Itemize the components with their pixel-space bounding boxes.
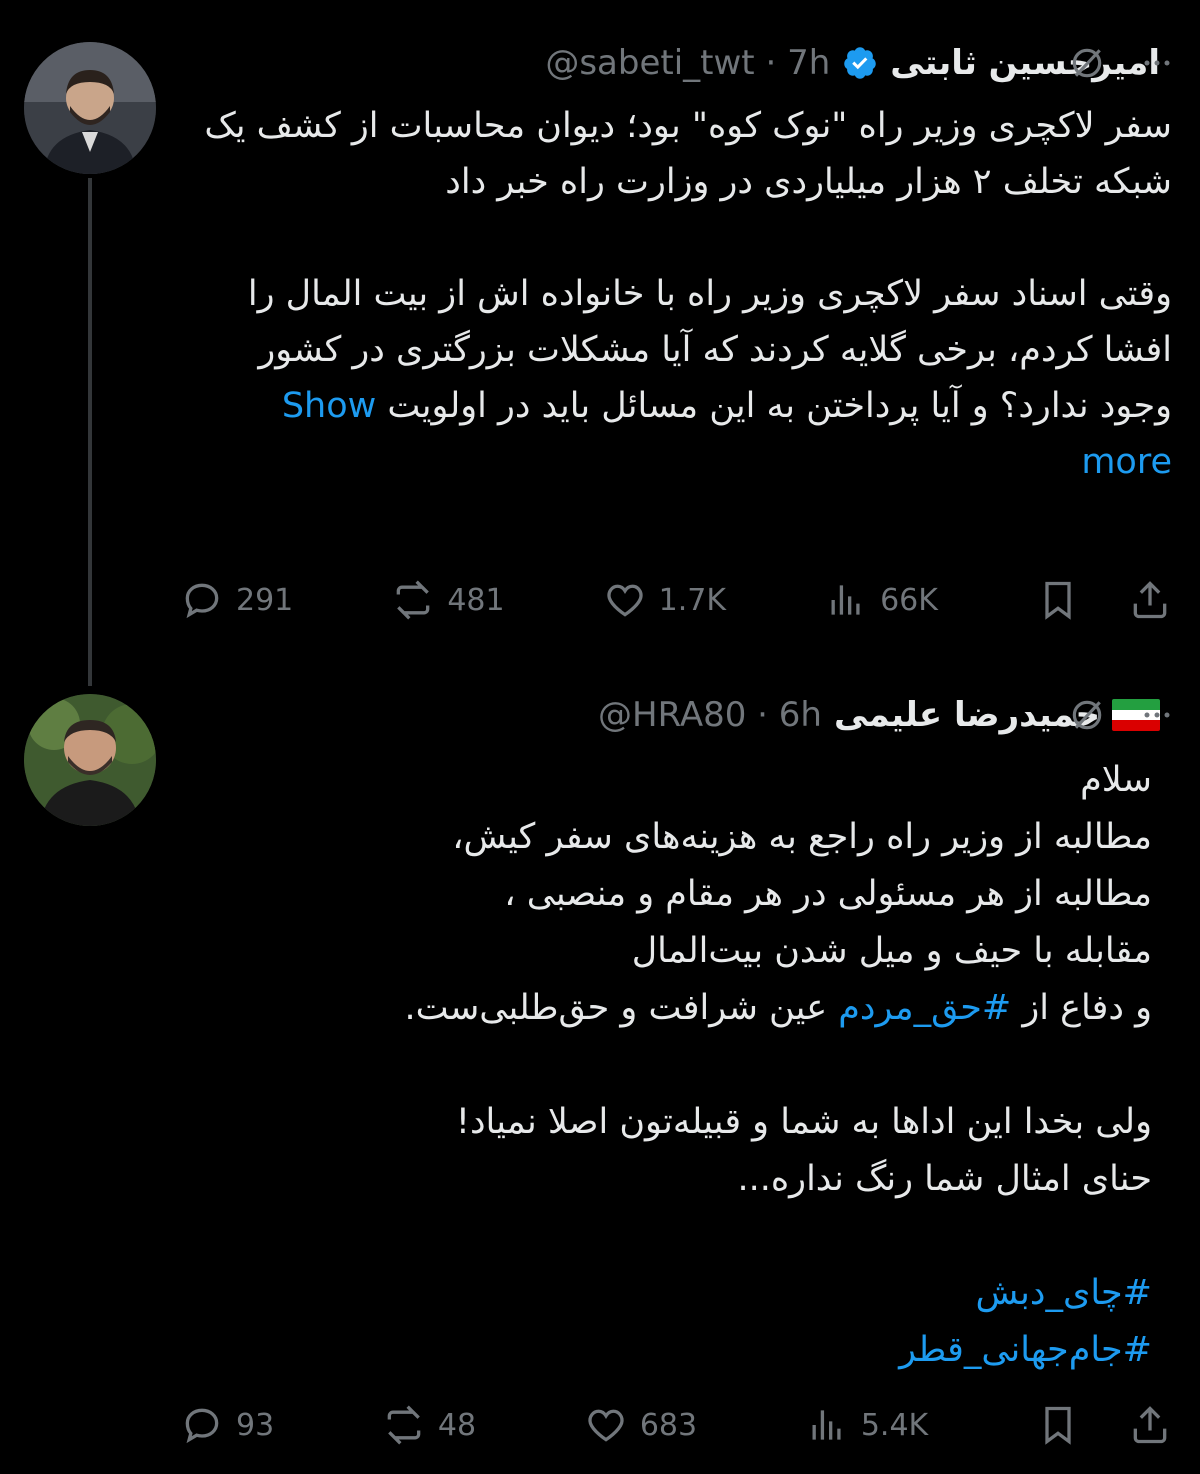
tweet-extra-actions [1036,1403,1172,1447]
body-line: سلام [1080,760,1152,800]
thread-connector-line [88,178,92,686]
retweet-button[interactable]: 48 [382,1403,476,1447]
tweet-body-paragraph-2: وقتی اسناد سفر لاکچری وزیر راه با خانواد… [247,274,1172,426]
tweet-2[interactable]: حمیدرضا علیمی @HRA80 · 6h سلام مطالبه از… [0,670,1200,1474]
body-line: و دفاع از [1011,988,1152,1028]
grok-icon[interactable] [1068,696,1106,734]
reply-icon [185,1408,219,1444]
separator-dot: · [746,695,779,735]
handle-text: @HRA80 [598,695,747,735]
reply-button[interactable]: 93 [180,1403,274,1447]
tweet-body[interactable]: سلام مطالبه از وزیر راه راجع به هزینه‌ها… [240,752,1152,1379]
views-icon [812,1410,841,1440]
heart-icon [606,584,643,617]
view-count: 5.4K [860,1407,929,1443]
avatar-image [24,42,156,174]
body-line: حنای امثال شما رنگ نداره... [737,1159,1152,1199]
more-options-icon[interactable] [1142,700,1172,730]
author-handle[interactable]: @HRA80 · 6h [598,695,822,735]
tweet-1[interactable]: امیرحسین ثابتی @sabeti_twt · 7h سفر لاکچ… [0,0,1200,660]
body-line: ولی بخدا این اداها به شما و قبیله‌تون اص… [455,1102,1152,1142]
avatar[interactable] [24,42,156,174]
bookmark-icon[interactable] [1036,578,1080,622]
separator-dot: · [754,43,788,83]
retweet-count: 48 [437,1407,477,1443]
body-line: عین شرافت و حق‌طلبی‌ست. [404,988,839,1028]
author-handle[interactable]: @sabeti_twt · 7h [545,43,830,83]
tweet-body-paragraph-1: سفر لاکچری وزیر راه "نوک کوه" بود؛ دیوان… [204,106,1172,202]
hashtag-link[interactable]: #چای_دبش [976,1273,1152,1313]
like-button[interactable]: 683 [584,1403,697,1447]
heart-icon [588,1409,624,1442]
timestamp[interactable]: 6h [779,695,822,735]
handle-text: @sabeti_twt [545,43,755,83]
avatar[interactable] [24,694,156,826]
views-button[interactable]: 5.4K [805,1403,928,1447]
tweet-header: حمیدرضا علیمی @HRA80 · 6h [180,690,1160,740]
views-button[interactable]: 66K [824,578,938,622]
reply-count: 291 [236,582,294,618]
retweet-count: 481 [447,582,505,618]
tweet-body[interactable]: سفر لاکچری وزیر راه "نوک کوه" بود؛ دیوان… [200,98,1172,490]
hashtag-link[interactable]: #جام‌جهانی_قطر [899,1330,1152,1370]
avatar-image [24,694,156,826]
bookmark-icon[interactable] [1036,1403,1080,1447]
like-count: 683 [639,1407,698,1443]
views-icon [831,585,860,615]
tweet-top-actions [1032,38,1172,88]
retweet-icon [387,1405,421,1445]
reply-icon [185,583,219,619]
tweet-actions: 291 481 1.7K 66K [180,570,1172,630]
like-button[interactable]: 1.7K [603,578,726,622]
tweet-actions: 93 48 683 5.4K [180,1395,1172,1455]
tweet-top-actions [1032,690,1172,740]
body-line: مطالبه از وزیر راه راجع به هزینه‌های سفر… [452,817,1152,857]
body-line: مقابله با حیف و میل شدن بیت‌المال [631,931,1152,971]
tweet-extra-actions [1036,578,1172,622]
view-count: 66K [880,582,938,618]
like-count: 1.7K [658,582,727,618]
tweet-header: امیرحسین ثابتی @sabeti_twt · 7h [180,38,1160,88]
hashtag-link[interactable]: #حق_مردم [838,988,1011,1028]
share-icon[interactable] [1128,578,1172,622]
verified-badge-icon [844,47,877,79]
reply-button[interactable]: 291 [180,578,293,622]
retweet-icon [396,580,430,620]
retweet-button[interactable]: 481 [391,578,505,622]
grok-icon[interactable] [1068,44,1106,82]
share-icon[interactable] [1128,1403,1172,1447]
body-line: مطالبه از هر مسئولی در هر مقام و منصبی ، [504,874,1152,914]
timestamp[interactable]: 7h [787,43,830,83]
more-options-icon[interactable] [1142,48,1172,78]
reply-count: 93 [236,1407,275,1443]
